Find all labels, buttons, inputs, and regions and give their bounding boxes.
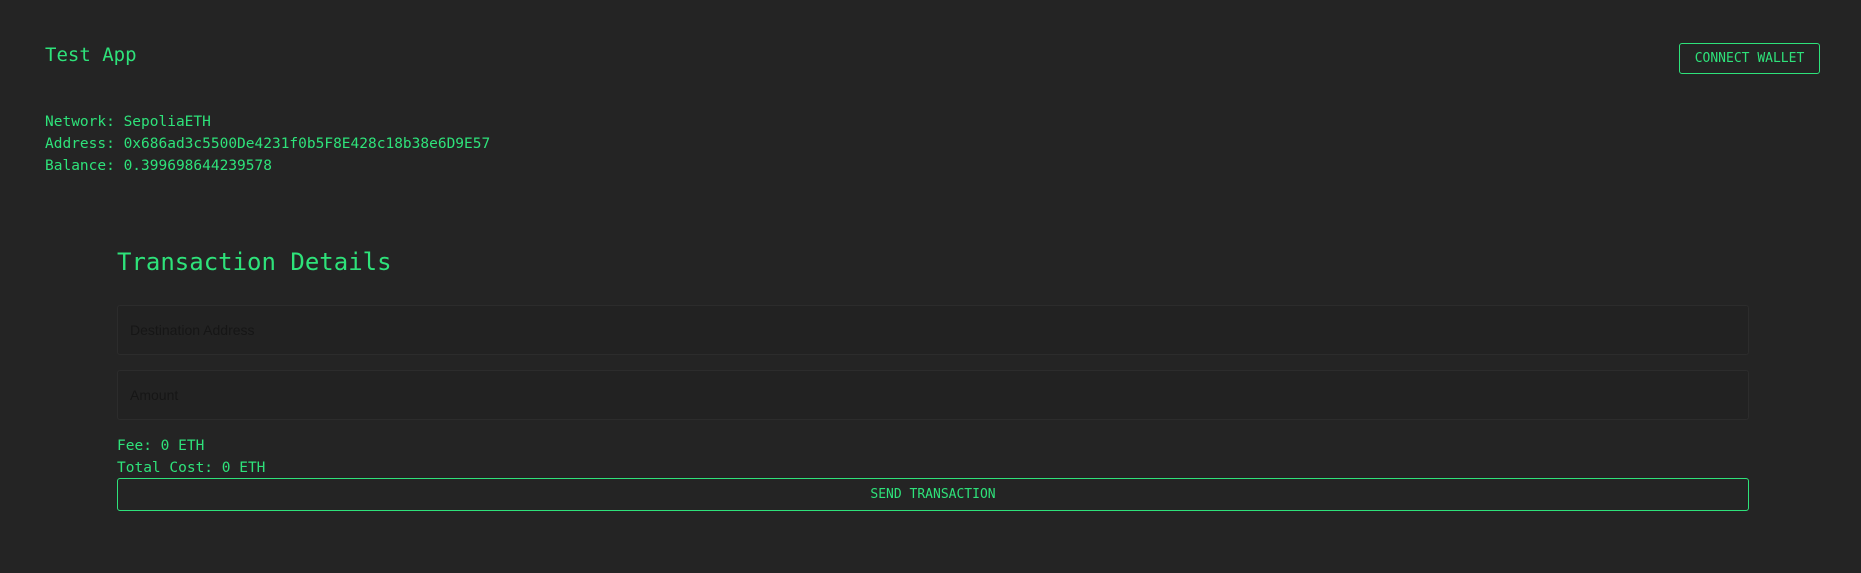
amount-input[interactable] (117, 370, 1749, 420)
transaction-details-title: Transaction Details (117, 248, 392, 276)
wallet-info: Network: SepoliaETH Address: 0x686ad3c55… (45, 111, 490, 177)
fee-label: Fee: 0 ETH (117, 438, 205, 454)
address-label: Address: 0x686ad3c5500De4231f0b5F8E428c1… (45, 136, 491, 152)
app-title: Test App (45, 44, 137, 66)
send-transaction-button[interactable]: SEND TRANSACTION (117, 478, 1749, 511)
network-label: Network: SepoliaETH (45, 114, 211, 130)
destination-address-input[interactable] (117, 305, 1749, 355)
fee-summary: Fee: 0 ETH Total Cost: 0 ETH (117, 435, 265, 479)
balance-label: Balance: 0.399698644239578 (45, 158, 272, 174)
connect-wallet-button[interactable]: CONNECT WALLET (1679, 43, 1820, 74)
total-cost-label: Total Cost: 0 ETH (117, 460, 266, 476)
